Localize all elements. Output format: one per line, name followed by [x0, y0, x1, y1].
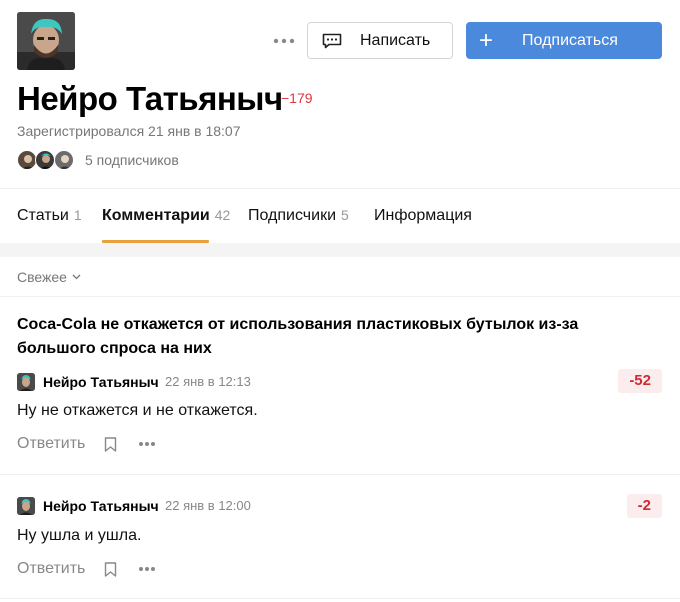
comment-score: -52 — [618, 369, 662, 393]
comment-author-avatar[interactable] — [17, 497, 35, 515]
tab-subscribers[interactable]: Подписчики 5 — [248, 207, 349, 225]
write-message-button[interactable]: Написать — [307, 22, 453, 59]
sort-dropdown[interactable]: Свежее — [17, 269, 81, 285]
karma-value: −179 — [281, 90, 313, 106]
section-separator — [0, 243, 680, 257]
comment-date[interactable]: 22 янв в 12:13 — [165, 374, 251, 389]
divider — [0, 598, 680, 599]
subscribe-label: Подписаться — [522, 31, 618, 49]
comment-actions: Ответить — [17, 560, 156, 578]
comment-actions: Ответить — [17, 435, 156, 453]
profile-avatar[interactable] — [17, 12, 75, 70]
tab-count: 5 — [341, 207, 349, 223]
divider — [0, 474, 680, 475]
comment-date[interactable]: 22 янв в 12:00 — [165, 498, 251, 513]
comment-text: Ну ушла и ушла. — [17, 527, 142, 544]
post-title-link[interactable]: Coca-Cola не откажется от использования … — [17, 313, 657, 361]
subscriber-avatar — [35, 150, 55, 170]
profile-header: Написать + Подписаться Нейро Татьяныч −1… — [0, 0, 680, 188]
subscriber-avatars[interactable] — [17, 150, 79, 170]
subscribers-count[interactable]: 5 подписчиков — [85, 152, 179, 168]
more-options-icon[interactable] — [138, 441, 156, 447]
chevron-down-icon — [72, 274, 81, 280]
write-message-label: Написать — [360, 31, 431, 49]
divider — [0, 296, 680, 297]
reply-button[interactable]: Ответить — [17, 560, 85, 578]
comment-author[interactable]: Нейро Татьяныч — [43, 498, 159, 514]
registration-date: Зарегистрировался 21 янв в 18:07 — [17, 123, 241, 139]
sort-label: Свежее — [17, 269, 67, 285]
subscriber-avatar — [54, 150, 74, 170]
profile-tabs: Статьи 1 Комментарии 42 Подписчики 5 Информ… — [0, 189, 680, 243]
comment-text: Ну не откажется и не откажется. — [17, 402, 258, 419]
tab-count: 1 — [73, 207, 82, 223]
profile-name: Нейро Татьяныч — [17, 80, 283, 117]
plus-icon: + — [479, 26, 494, 54]
subscriber-avatar — [17, 150, 37, 170]
more-options-icon[interactable] — [138, 566, 156, 572]
subscribe-button[interactable]: + Подписаться — [466, 22, 662, 59]
comment-author-avatar[interactable] — [17, 373, 35, 391]
tab-comments[interactable]: Комментарии 42 — [102, 207, 230, 225]
tab-count: 42 — [214, 207, 231, 223]
tab-label: Статьи — [17, 207, 69, 224]
message-icon — [322, 33, 342, 48]
tab-label: Комментарии — [102, 207, 210, 224]
bookmark-icon[interactable] — [104, 436, 117, 452]
tab-articles[interactable]: Статьи 1 — [17, 207, 82, 225]
tab-label: Подписчики — [248, 207, 337, 224]
more-options-icon[interactable] — [272, 30, 296, 52]
comment-author[interactable]: Нейро Татьяныч — [43, 374, 159, 390]
tab-info[interactable]: Информация — [374, 207, 472, 225]
tab-label: Информация — [374, 207, 472, 224]
reply-button[interactable]: Ответить — [17, 435, 85, 453]
comment-score: -2 — [626, 494, 662, 518]
bookmark-icon[interactable] — [104, 561, 117, 577]
